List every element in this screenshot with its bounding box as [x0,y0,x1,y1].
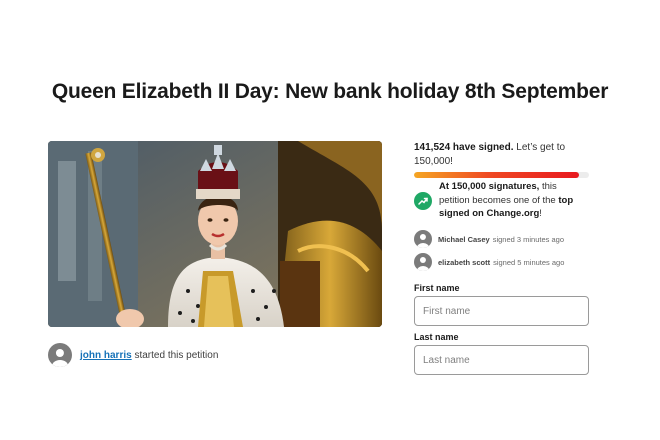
trending-up-icon [414,192,432,210]
milestone-prefix: At 150,000 signatures, [439,181,540,192]
milestone-end: ! [539,208,542,219]
recent-signer: elizabeth scott signed 5 minutes ago [414,253,564,271]
queen-portrait-illustration [48,141,382,327]
last-name-field[interactable] [414,345,589,375]
petition-title: Queen Elizabeth II Day: New bank holiday… [51,80,609,103]
user-avatar-icon [48,343,72,367]
milestone-message: At 150,000 signatures, this petition bec… [414,180,589,221]
user-avatar-icon [414,230,432,248]
starter-action-text: started this petition [134,349,219,361]
signature-progress-bar [414,172,589,178]
signer-name: elizabeth scott [438,257,491,267]
petition-image [48,141,382,327]
signature-count: 141,524 have signed. Let’s get to 150,00… [414,141,589,169]
signer-name: Michael Casey [438,234,490,244]
signer-action: signed 3 minutes ago [492,234,565,244]
first-name-label: First name [414,283,460,293]
signature-count-bold: 141,524 have signed. [414,142,514,153]
user-avatar-icon [414,253,432,271]
first-name-field[interactable] [414,296,589,326]
recent-signer: Michael Casey signed 3 minutes ago [414,230,564,248]
last-name-label: Last name [414,332,459,342]
petition-starter: john harris started this petition [48,342,218,368]
progress-fill [414,172,580,178]
starter-name-link[interactable]: john harris [80,350,132,361]
signer-action: signed 5 minutes ago [493,257,565,267]
